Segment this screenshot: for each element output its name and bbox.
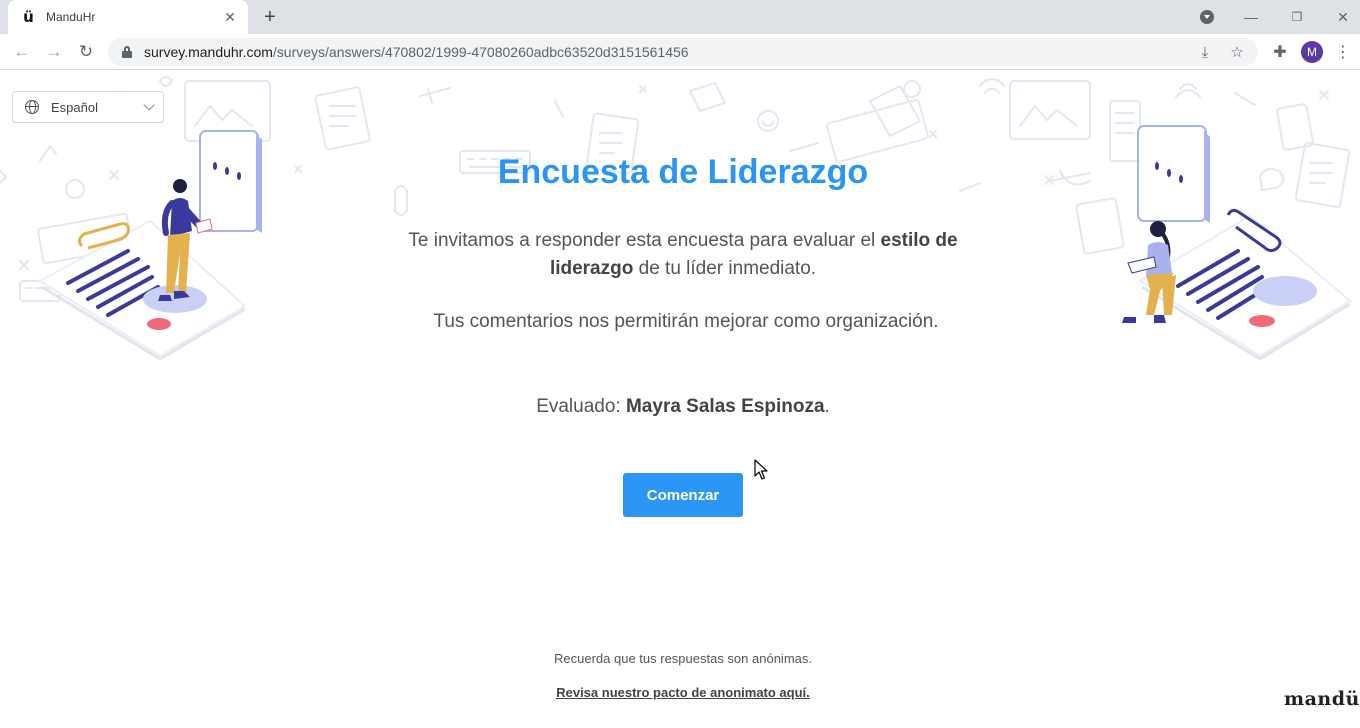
- url-text[interactable]: survey.manduhr.com/surveys/answers/47080…: [144, 44, 1184, 60]
- lock-icon[interactable]: [120, 45, 134, 59]
- globe-icon: [25, 100, 39, 114]
- tab-title: ManduHr: [46, 10, 96, 24]
- intro-text-start: Te invitamos a responder esta encuesta p…: [408, 230, 881, 251]
- tab-search-icon[interactable]: [1196, 0, 1218, 34]
- survey-intro-secondary: Tus comentarios nos permitirán mejorar c…: [433, 311, 939, 332]
- anonymity-note: Recuerda que tus respuestas son anónimas…: [554, 651, 812, 666]
- evaluated-person: Evaluado: Mayra Salas Espinoza.: [0, 396, 1360, 418]
- tab-close-icon[interactable]: ✕: [222, 9, 238, 25]
- address-bar[interactable]: survey.manduhr.com/surveys/answers/47080…: [108, 38, 1258, 66]
- browser-menu-icon[interactable]: ⋮: [1333, 40, 1353, 64]
- window-minimize-icon[interactable]: —: [1238, 0, 1264, 34]
- evaluated-period: .: [824, 396, 830, 417]
- evaluated-name: Mayra Salas Espinoza: [625, 396, 825, 417]
- bookmark-star-icon[interactable]: ☆: [1226, 41, 1248, 63]
- start-survey-button[interactable]: Comenzar: [623, 473, 743, 517]
- install-app-icon[interactable]: ⤓: [1194, 41, 1216, 63]
- language-selector-value: Español: [51, 99, 98, 115]
- mandu-logo: mandü: [1284, 688, 1360, 710]
- survey-page: Español Encuesta de Liderazgo Te invitam…: [0, 71, 1360, 728]
- evaluated-label: Evaluado:: [536, 396, 626, 417]
- mouse-cursor-icon: [754, 459, 768, 480]
- browser-tab[interactable]: ü ManduHr ✕: [8, 0, 248, 34]
- browser-toolbar: ← → ↻ survey.manduhr.com/surveys/answers…: [0, 34, 1360, 70]
- profile-avatar[interactable]: M: [1301, 41, 1323, 63]
- extensions-icon[interactable]: ✚: [1268, 40, 1292, 64]
- intro-text-end: de tu líder inmediato.: [633, 258, 817, 279]
- page-title: Encuesta de Liderazgo: [497, 153, 869, 191]
- right-illustration-person-with-laptop: [1122, 125, 1352, 361]
- reload-icon[interactable]: ↻: [74, 40, 98, 64]
- new-tab-plus-icon[interactable]: +: [258, 6, 282, 28]
- language-selector[interactable]: Español: [12, 91, 164, 123]
- back-arrow-icon[interactable]: ←: [10, 40, 34, 64]
- chevron-down-icon: [143, 99, 155, 111]
- window-close-icon[interactable]: ✕: [1330, 0, 1356, 34]
- url-host: survey.manduhr.com: [144, 44, 273, 60]
- anonymity-pact-link[interactable]: Revisa nuestro pacto de anonimato aquí.: [0, 685, 1360, 700]
- forward-arrow-icon[interactable]: →: [42, 40, 66, 64]
- site-favicon-icon: ü: [23, 8, 34, 26]
- browser-tabstrip: ü ManduHr ✕ + — ❐ ✕: [0, 0, 1360, 34]
- survey-intro: Te invitamos a responder esta encuesta p…: [380, 227, 986, 283]
- url-path: /surveys/answers/470802/1999-47080260adb…: [272, 44, 689, 60]
- window-restore-icon[interactable]: ❐: [1284, 0, 1310, 34]
